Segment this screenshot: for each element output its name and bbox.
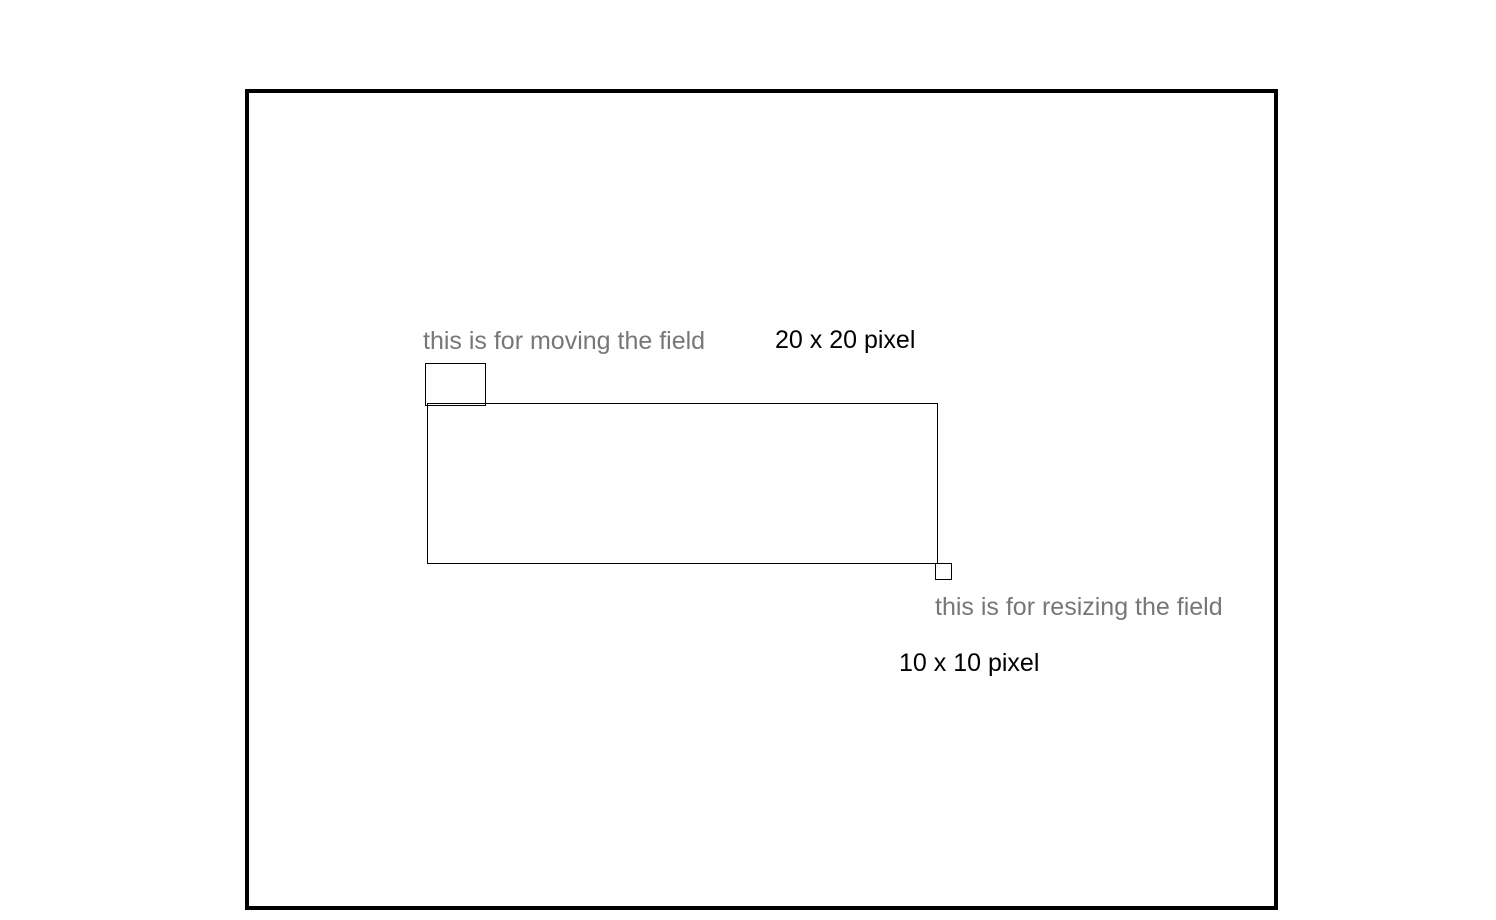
- move-handle[interactable]: [425, 363, 486, 406]
- move-handle-size-label: 20 x 20 pixel: [775, 326, 916, 354]
- diagram-stage: this is for moving the field 20 x 20 pix…: [0, 0, 1496, 920]
- resize-handle-size-label: 10 x 10 pixel: [899, 649, 1040, 677]
- text-field[interactable]: [427, 403, 938, 564]
- resize-handle-label: this is for resizing the field: [935, 593, 1223, 621]
- move-handle-label: this is for moving the field: [423, 327, 706, 355]
- resize-handle[interactable]: [935, 563, 952, 580]
